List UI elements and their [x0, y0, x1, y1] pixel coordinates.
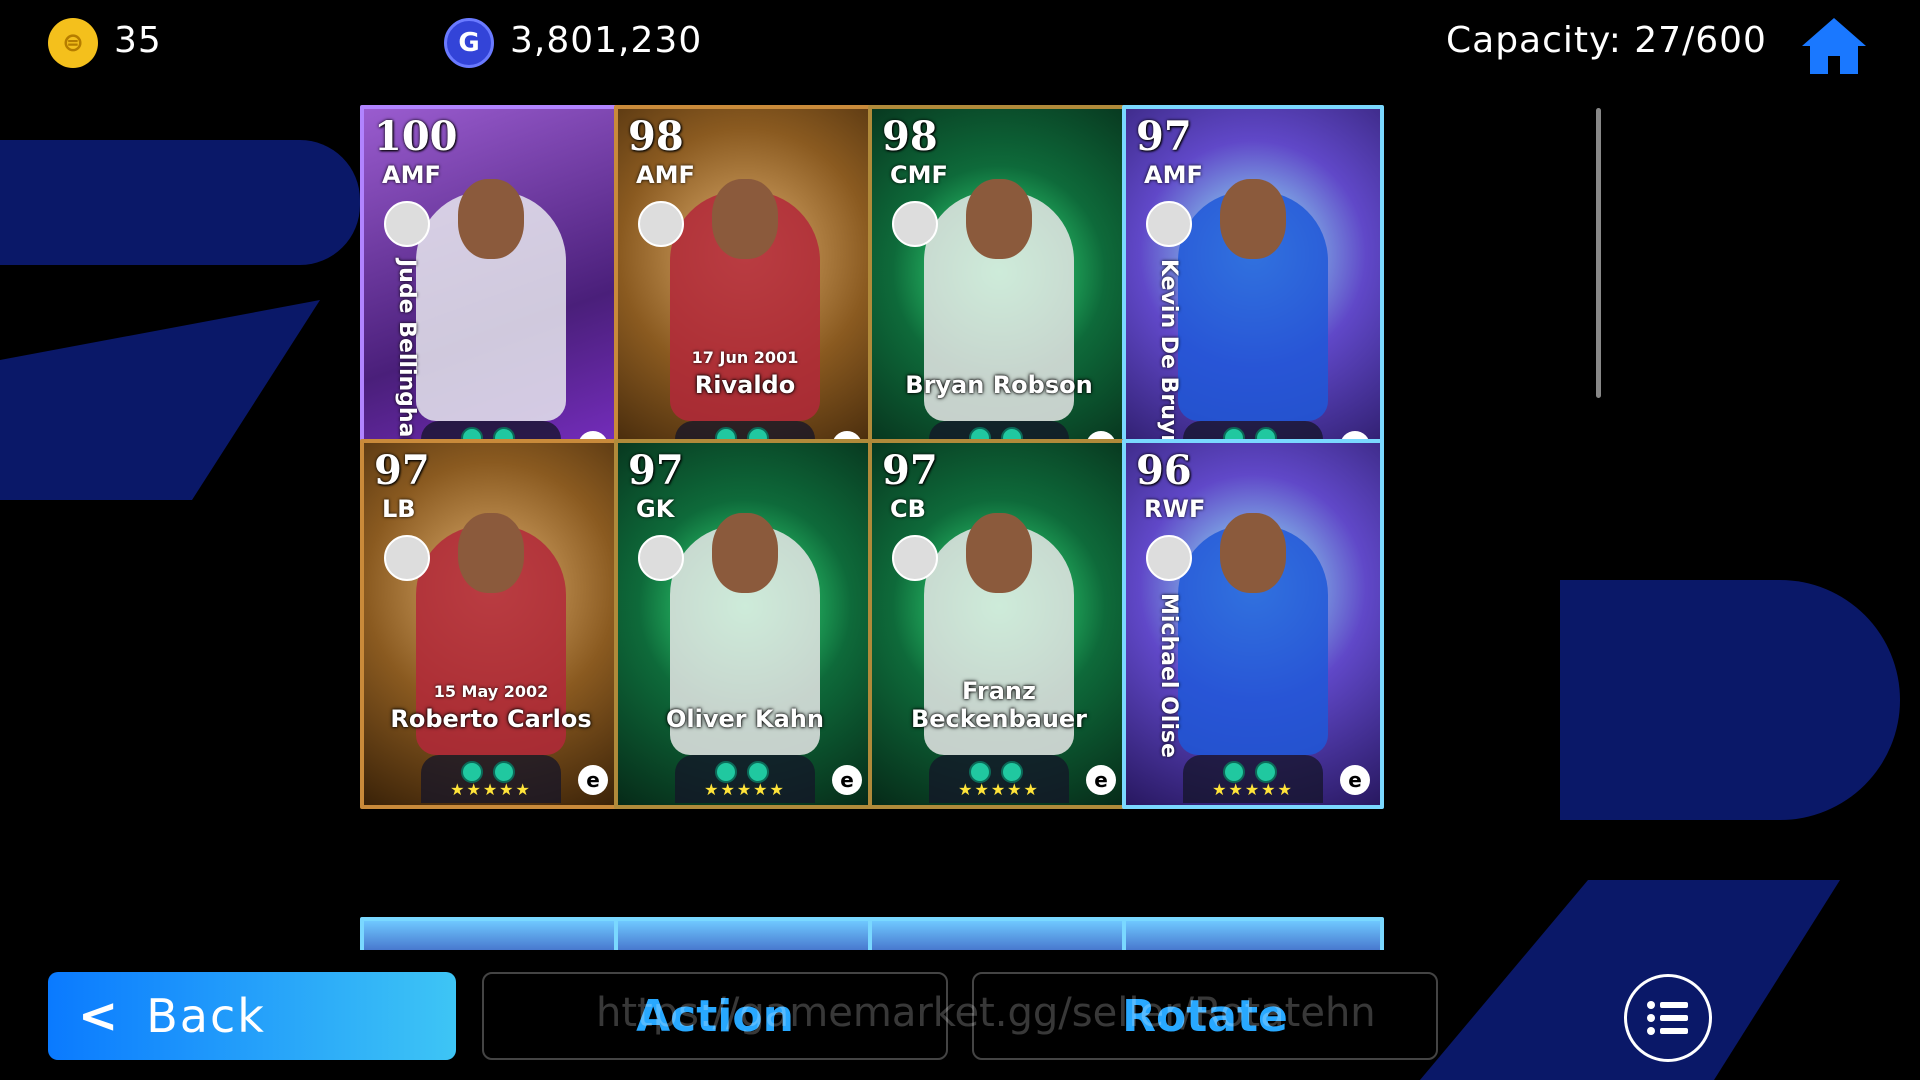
player-card[interactable]: 97 CB Franz Beckenbauer ★★★★★ e — [868, 439, 1130, 809]
player-head — [712, 513, 778, 593]
card-rating: 97 — [374, 447, 430, 494]
player-card[interactable]: 97 GK Oliver Kahn ★★★★★ e — [614, 439, 876, 809]
card-rating: 98 — [628, 113, 684, 160]
club-badge-icon — [892, 535, 938, 581]
card-position: LB — [382, 495, 416, 523]
player-head — [458, 179, 524, 259]
card-player-name: Bryan Robson — [905, 371, 1093, 399]
back-button[interactable]: < Back — [48, 972, 456, 1060]
efootball-logo-icon: e — [578, 765, 608, 795]
watermark-text: https://gamemarket.gg/seller/Rotatehn — [596, 990, 1376, 1036]
gp-icon: G — [444, 18, 494, 68]
player-head — [1220, 513, 1286, 593]
card-rating: 97 — [1136, 113, 1192, 160]
club-badge-icon — [1146, 535, 1192, 581]
bg-shape — [0, 300, 320, 500]
player-card[interactable]: 96 RWF Michael Olise ★★★★★ e — [1122, 439, 1384, 809]
card-rating: 100 — [374, 113, 458, 160]
capacity-label: Capacity: 27/600 — [1446, 20, 1767, 61]
card-rating: 97 — [628, 447, 684, 494]
player-card-partial[interactable] — [868, 917, 1130, 950]
scrollbar[interactable] — [1596, 108, 1601, 398]
player-card-partial[interactable] — [614, 917, 876, 950]
club-badge-icon — [384, 535, 430, 581]
gp-count: 3,801,230 — [510, 20, 703, 61]
card-rating: 96 — [1136, 447, 1192, 494]
card-position: CB — [890, 495, 926, 523]
player-head — [1220, 179, 1286, 259]
coin-icon: ⊜ — [48, 18, 98, 68]
player-card[interactable]: 100 AMF Jude Bellingham ★★★★★ e — [360, 105, 622, 475]
chevron-left-icon: < — [78, 988, 119, 1044]
card-rating: 97 — [882, 447, 938, 494]
card-background — [618, 921, 872, 950]
card-position: AMF — [636, 161, 695, 189]
card-background — [872, 921, 1126, 950]
card-position: GK — [636, 495, 675, 523]
home-icon[interactable] — [1800, 16, 1868, 76]
player-card[interactable]: 98 CMF Bryan Robson ★★★★★ e — [868, 105, 1130, 475]
bg-shape — [0, 140, 360, 265]
card-position: CMF — [890, 161, 948, 189]
club-badge-icon — [384, 201, 430, 247]
card-player-name: Franz Beckenbauer — [910, 677, 1088, 733]
list-icon — [1647, 1001, 1688, 1035]
card-player-name: Jude Bellingham — [394, 259, 419, 461]
card-rating: 98 — [882, 113, 938, 160]
card-background — [1126, 921, 1380, 950]
card-player-name: Kevin De Bruyne — [1156, 259, 1181, 465]
top-bar: ⊜ 35 G 3,801,230 Capacity: 27/600 — [0, 0, 1920, 90]
menu-button[interactable] — [1624, 974, 1712, 1062]
efootball-logo-icon: e — [1086, 765, 1116, 795]
player-head — [966, 513, 1032, 593]
card-date: 17 Jun 2001 — [691, 348, 799, 367]
efootball-logo-icon: e — [1340, 765, 1370, 795]
player-card[interactable]: 97 LB Roberto Carlos 15 May 2002 ★★★★★ e — [360, 439, 622, 809]
bg-shape — [1560, 580, 1900, 820]
player-head — [712, 179, 778, 259]
player-card-partial[interactable] — [1122, 917, 1384, 950]
coin-count: 35 — [114, 20, 162, 61]
card-date: 15 May 2002 — [433, 682, 549, 701]
player-card-grid: 100 AMF Jude Bellingham ★★★★★ e 98 AMF R… — [360, 105, 1560, 950]
back-label: Back — [146, 989, 266, 1043]
player-card-partial[interactable] — [360, 917, 622, 950]
card-position: RWF — [1144, 495, 1206, 523]
club-badge-icon — [1146, 201, 1192, 247]
player-card[interactable]: 97 AMF Kevin De Bruyne ★★★★★ e — [1122, 105, 1384, 475]
card-player-name: Rivaldo — [694, 371, 796, 399]
club-badge-icon — [638, 535, 684, 581]
club-badge-icon — [638, 201, 684, 247]
card-position: AMF — [1144, 161, 1203, 189]
player-card[interactable]: 98 AMF Rivaldo 17 Jun 2001 ★★★★★ e — [614, 105, 876, 475]
card-player-name: Oliver Kahn — [666, 705, 824, 733]
card-player-name: Michael Olise — [1156, 593, 1181, 758]
efootball-logo-icon: e — [832, 765, 862, 795]
card-background — [364, 921, 618, 950]
card-position: AMF — [382, 161, 441, 189]
player-head — [458, 513, 524, 593]
club-badge-icon — [892, 201, 938, 247]
card-player-name: Roberto Carlos — [390, 705, 592, 733]
player-head — [966, 179, 1032, 259]
